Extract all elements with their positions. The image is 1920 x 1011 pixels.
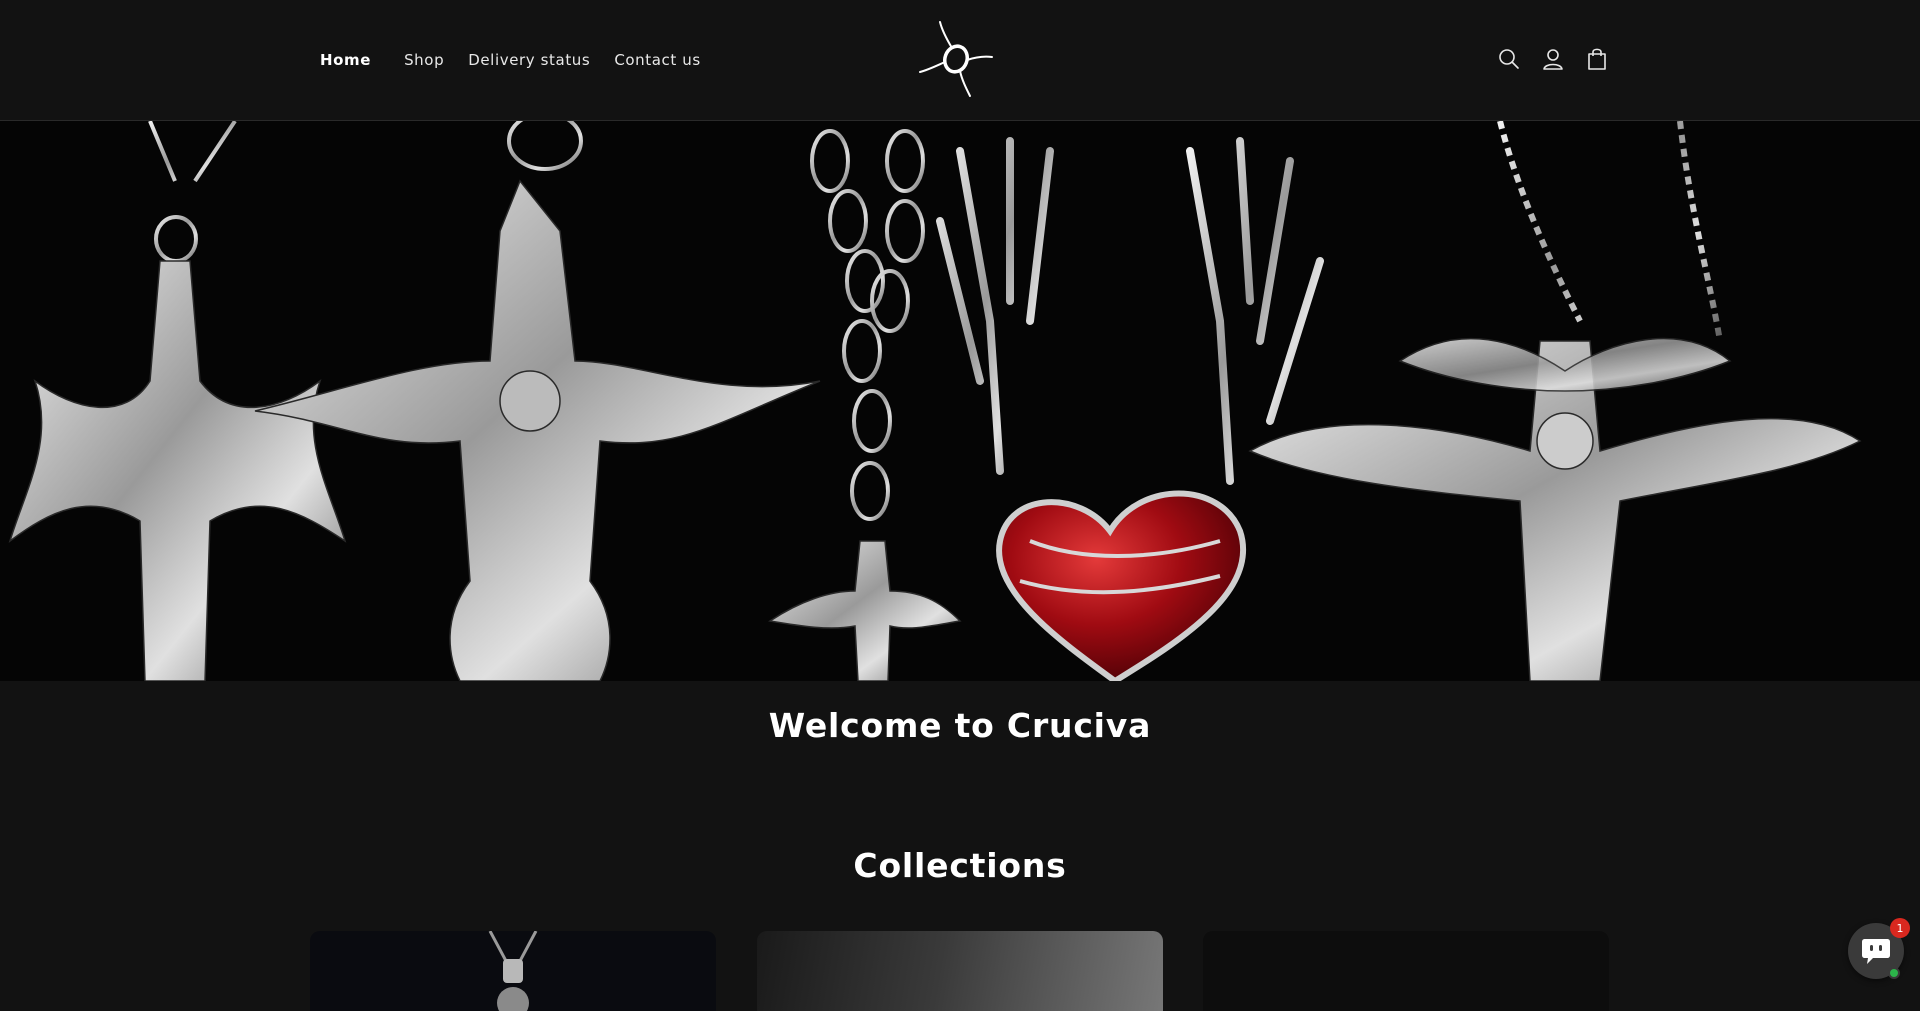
logo-mark-icon [919,21,993,97]
header-icons [1496,44,1610,74]
account-icon[interactable] [1540,44,1566,74]
hero-banner-image [0,121,1920,681]
chat-unread-badge: 1 [1890,918,1910,938]
search-icon[interactable] [1496,44,1522,74]
chat-bubble-icon [1862,939,1890,964]
collection-card-image [488,931,538,1011]
necklaces-illustration [0,121,1920,681]
cart-icon[interactable] [1584,44,1610,74]
welcome-heading: Welcome to Cruciva [768,706,1152,745]
nav-link-contact-us[interactable]: Contact us [614,48,700,72]
collection-card[interactable] [310,931,716,1011]
main-nav: Home Shop Delivery status Contact us [320,48,725,72]
collection-card[interactable] [757,931,1163,1011]
collections-heading: Collections [853,846,1067,885]
site-header: Home Shop Delivery status Contact us [0,0,1920,121]
nav-link-delivery-status[interactable]: Delivery status [468,48,590,72]
nav-link-shop[interactable]: Shop [404,48,444,72]
chat-online-indicator [1888,967,1900,979]
site-logo[interactable] [916,20,996,98]
nav-link-home[interactable]: Home [320,48,371,72]
collection-card[interactable] [1203,931,1609,1011]
